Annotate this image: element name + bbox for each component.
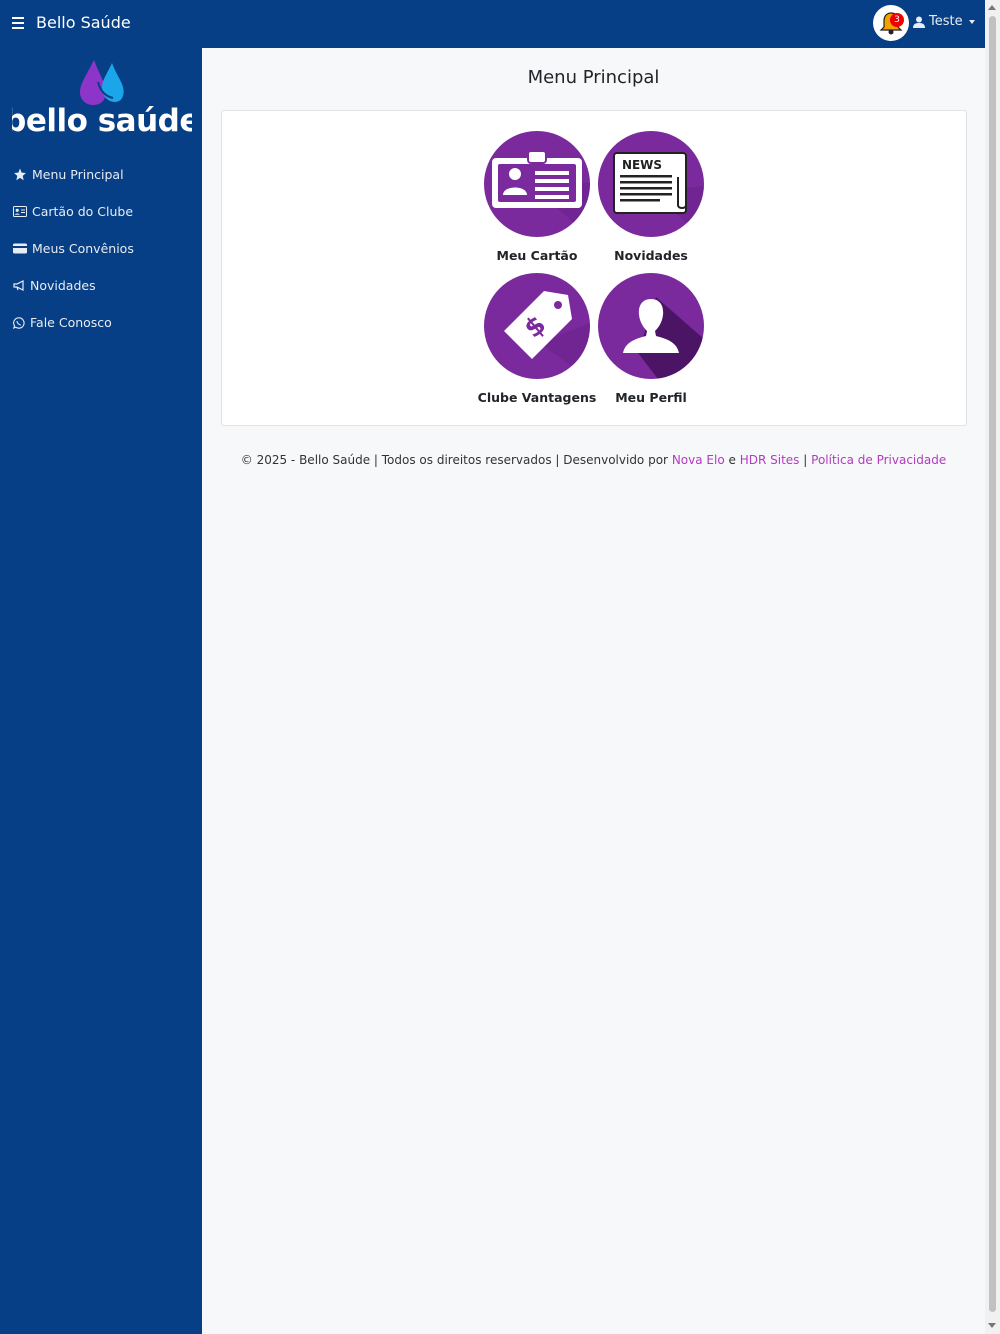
user-icon xyxy=(913,16,925,28)
tile-icon-circle xyxy=(598,273,704,379)
sidebar-item-label: Cartão do Clube xyxy=(32,204,134,219)
tile-icon-circle: $ xyxy=(484,273,590,379)
scrollbar-thumb[interactable] xyxy=(989,16,996,1312)
sidebar-item-novidades[interactable]: Novidades xyxy=(0,267,202,304)
whatsapp-icon xyxy=(13,316,25,329)
page-title: Menu Principal xyxy=(527,67,660,88)
sidebar-item-label: Menu Principal xyxy=(32,167,124,182)
notifications-button[interactable]: 3 xyxy=(873,5,909,41)
vertical-scrollbar[interactable] xyxy=(985,0,1000,1334)
id-card-icon xyxy=(13,206,27,217)
sidebar-item-cartao-do-clube[interactable]: Cartão do Clube xyxy=(0,193,202,230)
star-icon xyxy=(14,168,26,181)
scroll-down-arrow-icon[interactable] xyxy=(988,1323,996,1328)
tile-meu-cartao[interactable]: Meu Cartão xyxy=(477,131,597,263)
tile-icon-circle xyxy=(484,131,590,237)
sidebar-item-menu-principal[interactable]: Menu Principal xyxy=(0,156,202,193)
footer-copyright: © 2025 - Bello Saúde | Todos os direitos… xyxy=(240,453,668,467)
price-tag-icon: $ xyxy=(504,291,590,379)
tile-label: Meu Cartão xyxy=(496,248,578,263)
sidebar-item-label: Meus Convênios xyxy=(32,241,134,256)
notification-count-badge: 3 xyxy=(890,13,904,27)
sidebar-item-label: Fale Conosco xyxy=(30,315,112,330)
id-card-icon xyxy=(492,150,590,237)
caret-down-icon xyxy=(968,19,975,24)
tile-label: Clube Vantagens xyxy=(477,390,597,405)
footer-link-nova-elo[interactable]: Nova Elo xyxy=(672,453,725,467)
hamburger-menu-icon[interactable] xyxy=(12,17,24,29)
footer: © 2025 - Bello Saúde | Todos os direitos… xyxy=(202,453,985,467)
tile-icon-circle: NEWS xyxy=(598,131,704,237)
tile-clube-vantagens[interactable]: $ Clube Vantagens xyxy=(477,273,597,405)
menu-card: Meu Cartão NEWS Novidades $ Clube Vantag… xyxy=(221,110,967,426)
top-navbar: Bello Saúde 3 Teste xyxy=(0,0,985,48)
credit-card-icon xyxy=(13,243,27,254)
sidebar-item-label: Novidades xyxy=(30,278,96,293)
sidebar-nav: Menu Principal Cartão do Clube Meus Conv… xyxy=(0,156,202,341)
tile-meu-perfil[interactable]: Meu Perfil xyxy=(591,273,711,405)
brand-title[interactable]: Bello Saúde xyxy=(36,13,131,32)
footer-conjunction: e xyxy=(728,453,736,467)
tile-label: Novidades xyxy=(614,248,688,263)
svg-text:bello saúde: bello saúde xyxy=(12,103,192,139)
user-silhouette-icon xyxy=(623,297,704,379)
scroll-up-arrow-icon[interactable] xyxy=(988,5,996,10)
tile-label: Meu Perfil xyxy=(615,390,687,405)
footer-link-privacy-policy[interactable]: Política de Privacidade xyxy=(811,453,946,467)
user-name: Teste xyxy=(929,14,963,29)
bello-saude-logo[interactable]: bello saúde xyxy=(12,60,192,140)
footer-separator: | xyxy=(803,453,808,467)
tile-novidades[interactable]: NEWS Novidades xyxy=(591,131,711,263)
sidebar-item-meus-convenios[interactable]: Meus Convênios xyxy=(0,230,202,267)
sidebar-item-fale-conosco[interactable]: Fale Conosco xyxy=(0,304,202,341)
megaphone-icon xyxy=(13,280,24,291)
user-dropdown[interactable]: Teste xyxy=(913,14,975,29)
sidebar: bello saúde Menu Principal Cartão do Clu… xyxy=(0,48,202,1334)
newspaper-icon: NEWS xyxy=(613,152,704,237)
svg-text:NEWS: NEWS xyxy=(622,158,662,172)
footer-link-hdr-sites[interactable]: HDR Sites xyxy=(740,453,800,467)
